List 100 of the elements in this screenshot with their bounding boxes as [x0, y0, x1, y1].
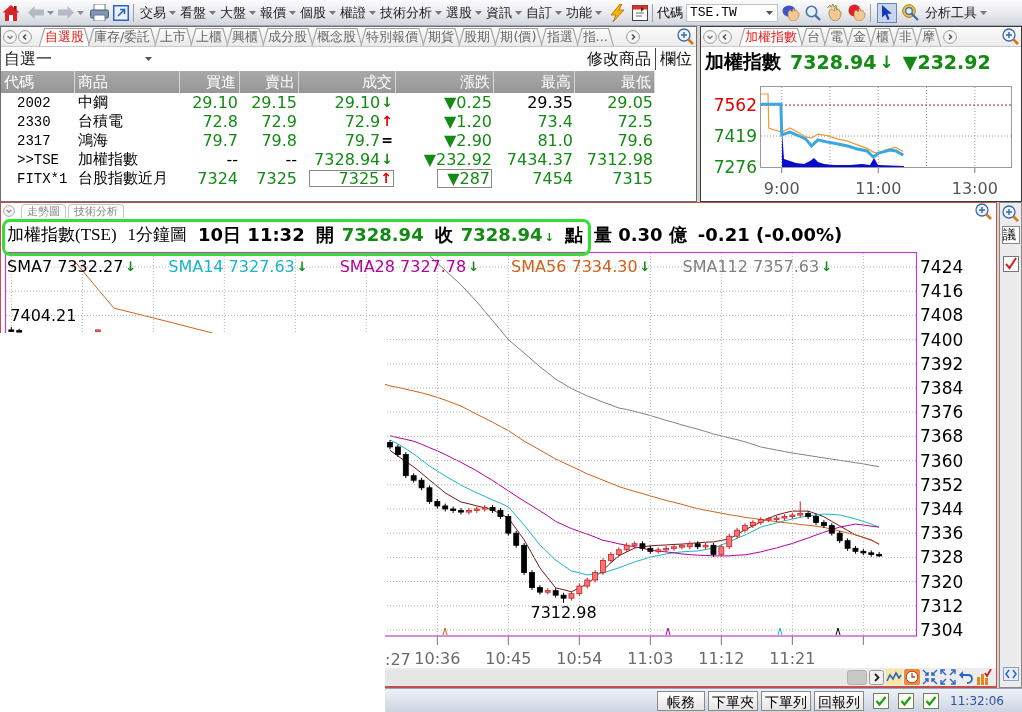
- zoom-in-icon[interactable]: [975, 202, 992, 220]
- table-cell: 7315: [612, 170, 653, 187]
- tab[interactable]: 股期: [458, 28, 497, 46]
- tab[interactable]: 指選: [540, 28, 579, 46]
- trend-arrow: ↓: [296, 258, 308, 275]
- left-right-arrows-icon[interactable]: [1002, 667, 1019, 681]
- menu-item[interactable]: 選股: [444, 2, 484, 23]
- tab[interactable]: 特別報價: [360, 28, 425, 46]
- checkbox[interactable]: [923, 692, 940, 709]
- code-label: 代碼: [657, 3, 683, 22]
- trend-arrow: ↓: [125, 258, 137, 275]
- tab[interactable]: 摩: [916, 28, 941, 46]
- chevron-left-icon[interactable]: [718, 29, 732, 44]
- tab[interactable]: 走勢圖: [21, 204, 66, 218]
- status-button[interactable]: 回報列: [814, 690, 865, 711]
- bar-chart-icon[interactable]: [976, 669, 992, 685]
- tab[interactable]: 金: [847, 28, 872, 46]
- menu-item[interactable]: 技術分析: [378, 2, 444, 23]
- zoom-in-icon[interactable]: [1002, 205, 1019, 222]
- table-cell: 79.8: [261, 132, 297, 149]
- home-icon[interactable]: [2, 3, 20, 22]
- caret-icon[interactable]: [47, 10, 54, 15]
- chevron-down-icon[interactable]: [3, 29, 17, 44]
- table-cell: 7312.98: [586, 151, 653, 168]
- axis-label: 11:21: [769, 649, 816, 668]
- table-cell: 79.7: [344, 132, 381, 149]
- list-dropdown[interactable]: 自選一: [4, 48, 154, 70]
- undo-icon[interactable]: [958, 669, 974, 685]
- menu-item[interactable]: 功能: [564, 2, 604, 23]
- status-button[interactable]: 下單列: [761, 690, 812, 711]
- caret-icon: [209, 10, 216, 15]
- tab[interactable]: 期貨: [422, 28, 461, 46]
- pointer-tool-button[interactable]: [877, 2, 897, 23]
- tab[interactable]: 概念股: [311, 28, 363, 46]
- line-chart-icon[interactable]: [886, 669, 902, 685]
- chevron-left-icon[interactable]: [18, 29, 32, 44]
- checkbox[interactable]: [873, 692, 890, 709]
- tab[interactable]: 成分股: [262, 28, 314, 46]
- chevron-right-icon[interactable]: [869, 669, 884, 685]
- checkbox[interactable]: [898, 692, 915, 709]
- chevron-down-icon[interactable]: [3, 205, 15, 217]
- menu-item[interactable]: 交易: [138, 2, 178, 23]
- chevron-down-icon[interactable]: [703, 29, 717, 44]
- tab[interactable]: 庫存/委託: [88, 28, 157, 46]
- caret-icon[interactable]: [77, 10, 84, 15]
- checkmark-icon[interactable]: [1002, 256, 1019, 272]
- clock-icon[interactable]: [904, 669, 920, 685]
- magnifier-globe-icon[interactable]: [902, 4, 919, 21]
- menu-item[interactable]: 大盤: [218, 2, 258, 23]
- code-combo[interactable]: TSE.TW: [686, 3, 778, 22]
- table-cell: FITX*1: [17, 170, 68, 187]
- index-value: 7328.94: [790, 51, 877, 73]
- tab[interactable]: 自選股: [39, 28, 90, 46]
- shrink-icon[interactable]: [922, 669, 938, 685]
- expand-icon[interactable]: [940, 669, 956, 685]
- analysis-tools-menu[interactable]: 分析工具: [923, 2, 989, 23]
- caret-icon: [555, 10, 562, 15]
- menu-item[interactable]: 看盤: [178, 2, 218, 23]
- lightning-icon[interactable]: [610, 3, 625, 22]
- popout-icon[interactable]: [113, 4, 129, 21]
- menu-item[interactable]: 報價: [258, 2, 298, 23]
- menu-item[interactable]: 權證: [338, 2, 378, 23]
- tab[interactable]: 指...: [576, 28, 614, 46]
- table-cell: 鴻海: [78, 131, 108, 150]
- panel-button[interactable]: 修改商品: [583, 48, 655, 70]
- scroll-thumb[interactable]: [847, 669, 867, 685]
- axis-label: 13:00: [951, 179, 998, 198]
- menu-item[interactable]: 資訊: [484, 2, 524, 23]
- axis-label: 7320: [920, 571, 964, 592]
- status-button[interactable]: 下單夾: [708, 690, 759, 711]
- tab[interactable]: 加權指數: [739, 28, 803, 46]
- tab[interactable]: 櫃: [870, 28, 895, 46]
- zoom-in-icon[interactable]: [677, 28, 694, 45]
- status-button[interactable]: 帳務: [657, 690, 706, 711]
- tab[interactable]: 台: [801, 28, 826, 46]
- tick-sign: ↓: [381, 94, 393, 111]
- tab[interactable]: 上櫃: [190, 28, 229, 46]
- caret-icon: [475, 10, 482, 15]
- tab[interactable]: 上市: [154, 28, 193, 46]
- zoom-in-icon[interactable]: [1002, 28, 1019, 45]
- axis-label: 7344: [920, 498, 964, 519]
- hand-badge-icon[interactable]: [782, 4, 800, 21]
- side-button[interactable]: 議: [1001, 226, 1020, 244]
- search-icon[interactable]: [805, 4, 821, 21]
- table-cell: 7328.94: [314, 151, 381, 168]
- menu-item[interactable]: 自訂: [524, 2, 564, 23]
- printer-icon[interactable]: [90, 4, 109, 21]
- tab[interactable]: 技術分析: [68, 204, 124, 218]
- table-cell: 7325: [338, 170, 380, 187]
- tab[interactable]: 電: [824, 28, 849, 46]
- tab[interactable]: 非: [893, 28, 918, 46]
- menu-item[interactable]: 個股: [298, 2, 338, 23]
- hand-icon[interactable]: [826, 4, 844, 21]
- panel-button[interactable]: 欄位: [655, 48, 696, 70]
- signal-marker-icon: [665, 627, 671, 636]
- hand-badge-icon[interactable]: [848, 4, 866, 21]
- note-icon[interactable]: [632, 4, 648, 21]
- axis-label: :27: [385, 650, 411, 669]
- tab[interactable]: 期(價): [494, 28, 543, 46]
- tab[interactable]: 興櫃: [226, 28, 265, 46]
